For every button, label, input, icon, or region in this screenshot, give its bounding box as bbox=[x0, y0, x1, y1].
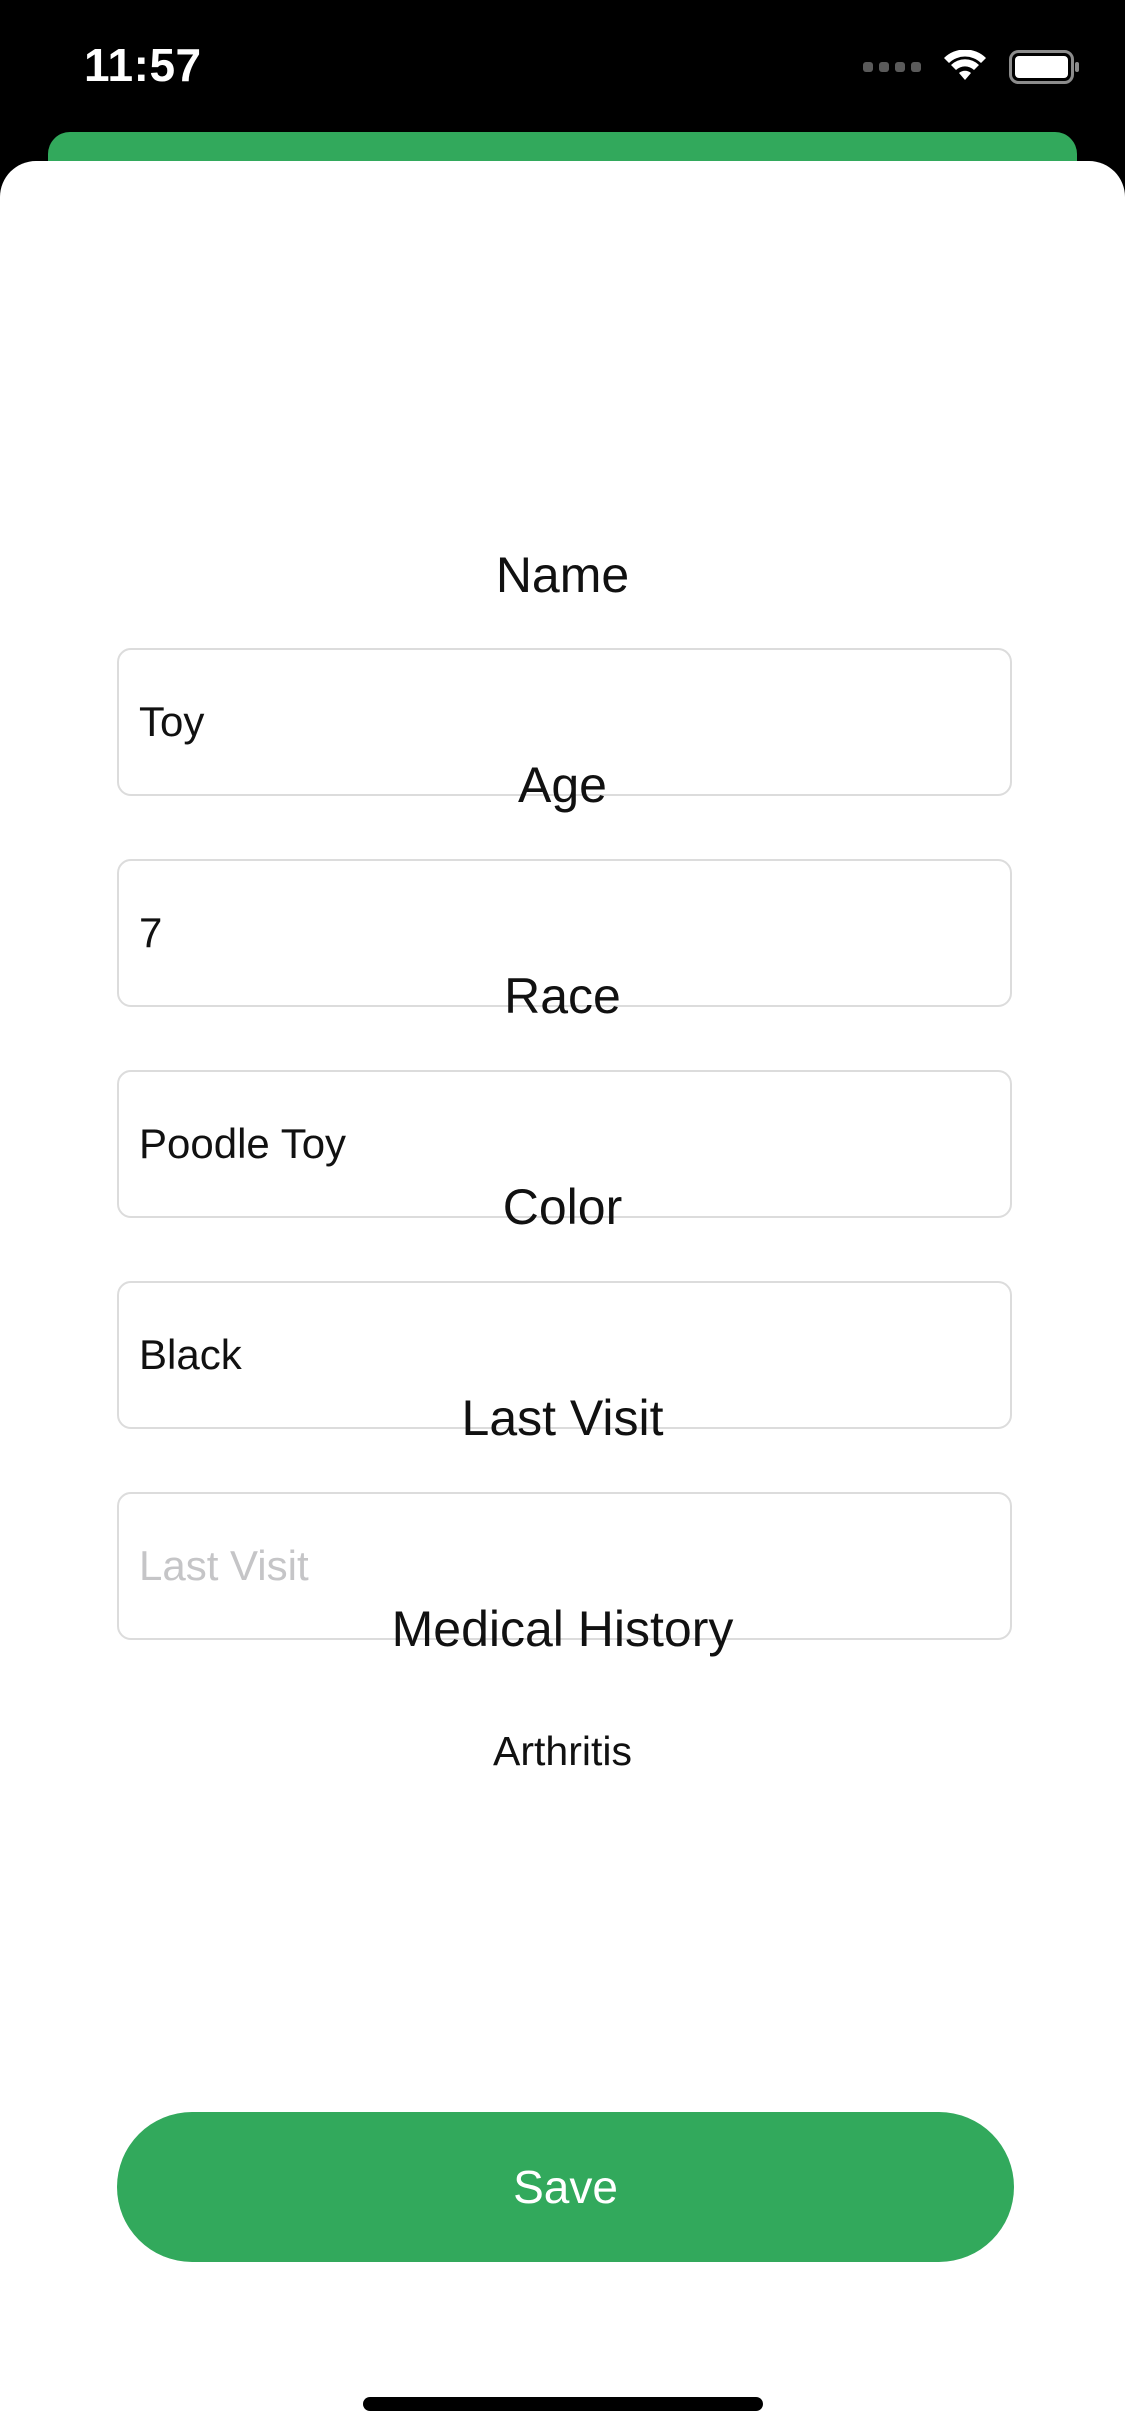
status-time: 11:57 bbox=[84, 39, 202, 91]
home-indicator[interactable] bbox=[363, 2397, 763, 2411]
name-label: Name bbox=[495, 547, 630, 603]
cellular-signal-icon bbox=[863, 62, 921, 72]
color-label: Color bbox=[502, 1179, 623, 1235]
edit-pet-sheet: Name Age Race Color Last Visit Medical H… bbox=[0, 161, 1125, 2436]
medical-history-value: Arthritis bbox=[493, 1728, 632, 1774]
medical-history-label: Medical History bbox=[391, 1601, 734, 1657]
race-label: Race bbox=[504, 968, 621, 1024]
last-visit-label: Last Visit bbox=[461, 1390, 664, 1446]
save-button[interactable]: Save bbox=[117, 2112, 1014, 2262]
battery-icon bbox=[1009, 50, 1079, 84]
status-icons bbox=[863, 50, 1081, 84]
wifi-icon bbox=[944, 50, 986, 80]
status-bar: 11:57 bbox=[0, 0, 1125, 140]
age-label: Age bbox=[518, 757, 607, 813]
